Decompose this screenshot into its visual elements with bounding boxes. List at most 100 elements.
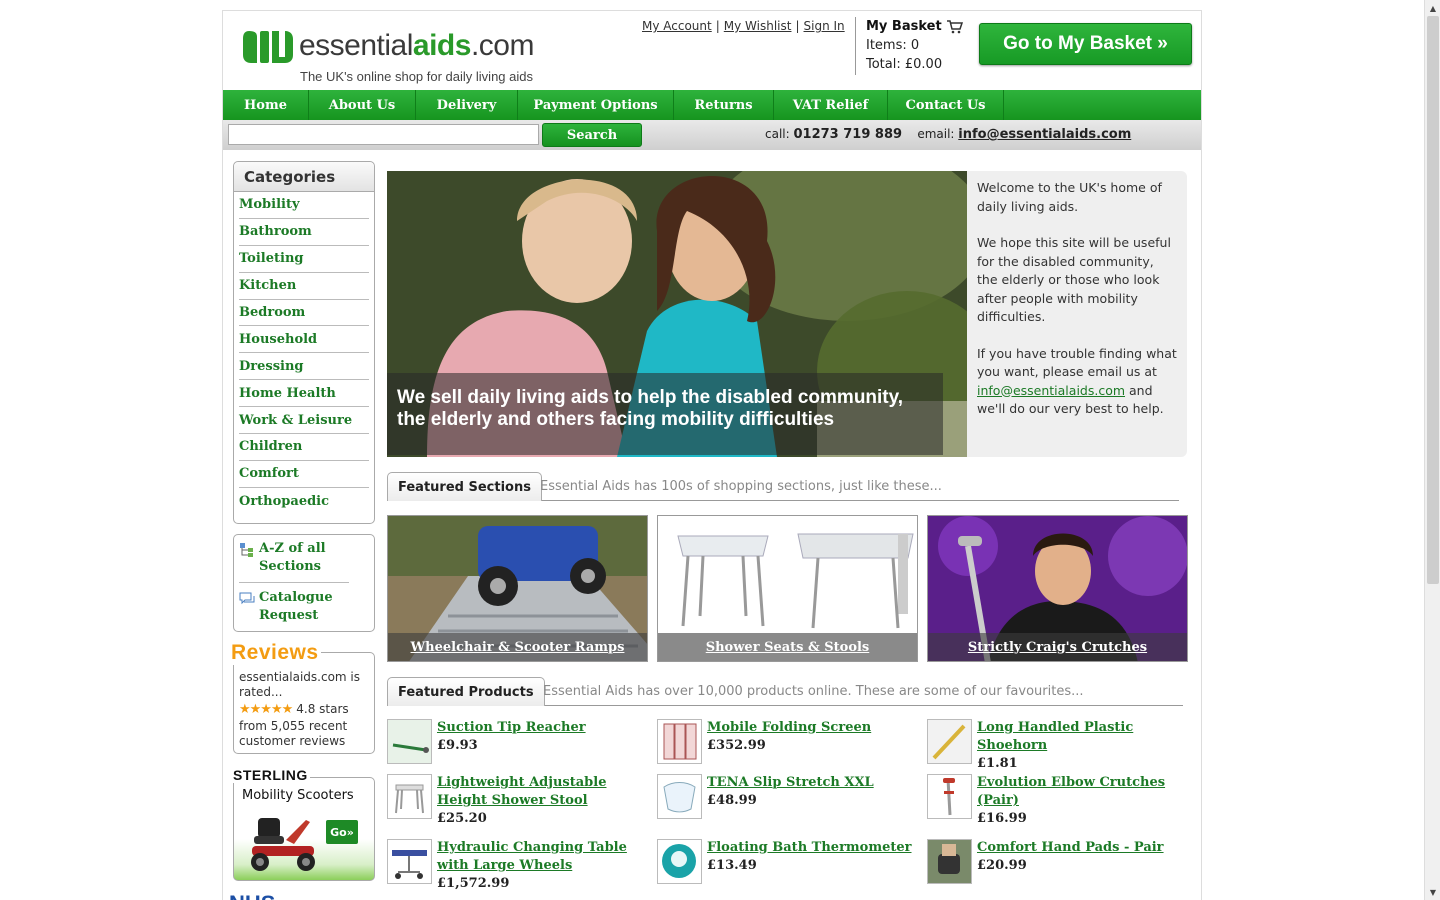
site-logo[interactable]: essentialaids.com The UK's online shop f… bbox=[243, 25, 543, 85]
product-price: £352.99 bbox=[707, 738, 766, 753]
sterling-scooters-banner[interactable]: Mobility Scooters Go» bbox=[233, 777, 375, 881]
categories-title: Categories bbox=[234, 162, 374, 192]
product-thumbnail[interactable] bbox=[927, 719, 972, 764]
reviews-intro: essentialaids.com is rated... bbox=[239, 670, 361, 699]
search-button[interactable]: Search bbox=[542, 123, 642, 147]
product-item[interactable]: Long Handled Plastic Shoehorn £1.81 bbox=[927, 719, 1187, 773]
sign-in-link[interactable]: Sign In bbox=[804, 19, 845, 33]
nav-vat-relief[interactable]: VAT Relief bbox=[774, 90, 888, 120]
scroll-down-icon[interactable]: ▼ bbox=[1425, 884, 1440, 900]
product-item[interactable]: Lightweight Adjustable Height Shower Sto… bbox=[387, 774, 647, 828]
reviews-panel[interactable]: essentialaids.com is rated... ★★★★★ 4.8 … bbox=[233, 652, 375, 754]
category-bathroom[interactable]: Bathroom bbox=[239, 219, 369, 246]
sterling-go-button[interactable]: Go» bbox=[326, 820, 358, 844]
product-name[interactable]: Evolution Elbow Crutches (Pair) bbox=[977, 774, 1187, 810]
vertical-scrollbar[interactable]: ▲ ▼ bbox=[1424, 0, 1440, 900]
category-bedroom[interactable]: Bedroom bbox=[239, 300, 369, 327]
speech-bubble-icon bbox=[239, 592, 255, 605]
category-children[interactable]: Children bbox=[239, 434, 369, 461]
product-thumbnail[interactable] bbox=[657, 774, 702, 819]
scrollbar-thumb[interactable] bbox=[1427, 16, 1439, 584]
nav-payment-options[interactable]: Payment Options bbox=[518, 90, 674, 120]
crutch-icon bbox=[928, 775, 971, 818]
category-home-health[interactable]: Home Health bbox=[239, 380, 369, 408]
nav-home[interactable]: Home bbox=[223, 90, 309, 120]
welcome-email-link[interactable]: info@essentialaids.com bbox=[977, 383, 1125, 398]
welcome-text-1: Welcome to the UK's home of daily living… bbox=[977, 180, 1162, 214]
logo-mark-icon bbox=[243, 31, 293, 63]
basket-summary: My Basket Items: 0 Total: £0.00 bbox=[855, 17, 965, 75]
product-thumbnail[interactable] bbox=[387, 774, 432, 819]
product-name[interactable]: Long Handled Plastic Shoehorn bbox=[977, 719, 1187, 755]
product-name[interactable]: Hydraulic Changing Table with Large Whee… bbox=[437, 839, 647, 875]
shower-stool-icon bbox=[388, 775, 431, 818]
account-links: My Account | My Wishlist | Sign In bbox=[642, 19, 845, 33]
my-account-link[interactable]: My Account bbox=[642, 19, 712, 33]
product-item[interactable]: Comfort Hand Pads - Pair £20.99 bbox=[927, 839, 1187, 884]
scooter-icon bbox=[251, 818, 315, 871]
featured-sections-tab[interactable]: Featured Sections bbox=[387, 472, 542, 501]
catalogue-request-link[interactable]: Catalogue Request bbox=[239, 589, 369, 631]
product-thumbnail[interactable] bbox=[927, 839, 972, 884]
shoehorn-icon bbox=[928, 720, 971, 763]
category-comfort[interactable]: Comfort bbox=[239, 461, 369, 488]
product-name[interactable]: TENA Slip Stretch XXL bbox=[707, 774, 874, 792]
product-item[interactable]: TENA Slip Stretch XXL £48.99 bbox=[657, 774, 917, 819]
product-thumbnail[interactable] bbox=[387, 719, 432, 764]
basket-title: My Basket bbox=[866, 19, 942, 34]
product-item[interactable]: Floating Bath Thermometer £13.49 bbox=[657, 839, 917, 884]
main-nav: Home About Us Delivery Payment Options R… bbox=[223, 90, 1201, 120]
product-thumbnail[interactable] bbox=[657, 839, 702, 884]
featured-products-tab[interactable]: Featured Products bbox=[387, 677, 545, 706]
product-price: £9.93 bbox=[437, 738, 478, 753]
product-item[interactable]: Hydraulic Changing Table with Large Whee… bbox=[387, 839, 647, 893]
product-name[interactable]: Mobile Folding Screen bbox=[707, 719, 871, 737]
product-item[interactable]: Mobile Folding Screen £352.99 bbox=[657, 719, 917, 764]
product-name[interactable]: Suction Tip Reacher bbox=[437, 719, 586, 737]
search-input[interactable] bbox=[228, 124, 539, 145]
nav-about-us[interactable]: About Us bbox=[309, 90, 416, 120]
section-wheelchair-ramps[interactable]: Wheelchair & Scooter Ramps bbox=[387, 515, 648, 662]
featured-products-header: Featured Products Essential Aids has ove… bbox=[387, 677, 1183, 706]
categories-panel: Categories Mobility Bathroom Toileting K… bbox=[233, 161, 375, 524]
product-thumbnail[interactable] bbox=[657, 719, 702, 764]
email-link[interactable]: info@essentialaids.com bbox=[958, 127, 1131, 142]
product-item[interactable]: Evolution Elbow Crutches (Pair) £16.99 bbox=[927, 774, 1187, 828]
nhs-logo[interactable]: NHS bbox=[229, 891, 275, 900]
phone-number: 01273 719 889 bbox=[793, 127, 903, 142]
product-name[interactable]: Floating Bath Thermometer bbox=[707, 839, 912, 857]
brand-name: essentialaids.com bbox=[299, 29, 534, 62]
category-household[interactable]: Household bbox=[239, 326, 369, 354]
product-thumbnail[interactable] bbox=[927, 774, 972, 819]
folding-screen-icon bbox=[658, 720, 701, 763]
section-label: Strictly Craig's Crutches bbox=[928, 633, 1187, 661]
category-mobility[interactable]: Mobility bbox=[239, 192, 369, 219]
product-item[interactable]: Suction Tip Reacher £9.93 bbox=[387, 719, 647, 764]
az-sections-link[interactable]: A-Z of all Sections bbox=[239, 540, 349, 583]
product-thumbnail[interactable] bbox=[387, 839, 432, 884]
section-shower-seats[interactable]: Shower Seats & Stools bbox=[657, 515, 918, 662]
tree-icon bbox=[240, 543, 253, 557]
product-name[interactable]: Comfort Hand Pads - Pair bbox=[977, 839, 1164, 857]
nav-returns[interactable]: Returns bbox=[674, 90, 774, 120]
product-price: £25.20 bbox=[437, 811, 487, 826]
changing-table-icon bbox=[388, 840, 431, 883]
category-toileting[interactable]: Toileting bbox=[239, 246, 369, 273]
go-to-basket-button[interactable]: Go to My Basket » bbox=[979, 23, 1192, 65]
basket-items: Items: 0 bbox=[866, 38, 920, 53]
nav-delivery[interactable]: Delivery bbox=[416, 90, 518, 120]
category-orthopaedic[interactable]: Orthopaedic bbox=[239, 488, 369, 515]
reacher-icon bbox=[388, 720, 431, 763]
category-dressing[interactable]: Dressing bbox=[239, 353, 369, 381]
featured-sections-header: Featured Sections Essential Aids has 100… bbox=[387, 472, 1179, 501]
product-name[interactable]: Lightweight Adjustable Height Shower Sto… bbox=[437, 774, 647, 810]
my-wishlist-link[interactable]: My Wishlist bbox=[724, 19, 792, 33]
nav-contact-us[interactable]: Contact Us bbox=[888, 90, 1004, 120]
category-kitchen[interactable]: Kitchen bbox=[239, 273, 369, 300]
section-crutches[interactable]: Strictly Craig's Crutches bbox=[927, 515, 1188, 662]
featured-sections-desc: Essential Aids has 100s of shopping sect… bbox=[540, 479, 942, 494]
basket-total: Total: £0.00 bbox=[866, 57, 943, 72]
category-work-leisure[interactable]: Work & Leisure bbox=[239, 407, 369, 435]
scroll-up-icon[interactable]: ▲ bbox=[1425, 0, 1440, 16]
hero-banner[interactable]: We sell daily living aids to help the di… bbox=[387, 171, 967, 457]
